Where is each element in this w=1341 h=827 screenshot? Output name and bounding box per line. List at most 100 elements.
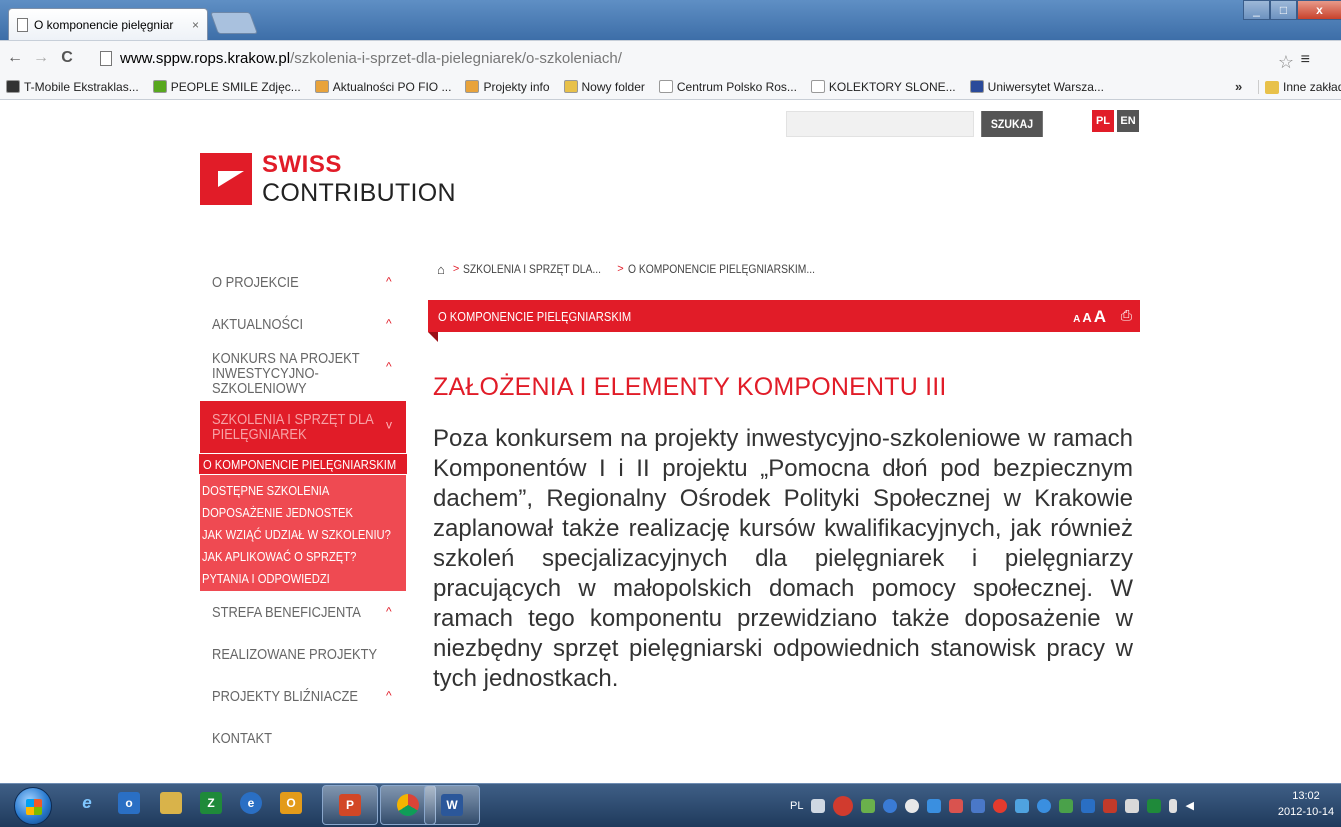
reload-button[interactable]: C (56, 49, 78, 67)
bookmark-item[interactable]: PEOPLE SMILE Zdjęc... (152, 80, 301, 94)
submenu-item-dostepne-szkolenia[interactable]: DOSTĘPNE SZKOLENIA (200, 479, 406, 501)
breadcrumb-separator-icon: > (452, 263, 460, 275)
sidebar-item-label: O PROJEKCIE (212, 273, 299, 291)
submenu-item-label: JAK WZIĄĆ UDZIAŁ W SZKOLENIU? (202, 526, 391, 542)
sidebar-item-realizowane-projekty[interactable]: REALIZOWANE PROJEKTY (200, 633, 406, 675)
breadcrumb-link-szkolenia[interactable]: SZKOLENIA I SPRZĘT DLA... (463, 262, 601, 276)
bookmark-item[interactable]: Projekty info (465, 80, 550, 94)
logo-text-bottom: CONTRIBUTION (262, 179, 456, 207)
submenu-item-o-komponencie[interactable]: O KOMPONENCIE PIELĘGNIARSKIM (198, 453, 408, 475)
maximize-button[interactable]: □ (1270, 0, 1297, 20)
home-icon[interactable]: ⌂ (437, 262, 445, 277)
tray-app-icon[interactable] (949, 799, 964, 813)
tab-close-icon[interactable]: × (192, 18, 199, 32)
submenu-item-doposazenie[interactable]: DOPOSAŻENIE JEDNOSTEK (200, 501, 406, 523)
sidebar-item-kontakt[interactable]: KONTAKT (200, 717, 406, 759)
browser-tab[interactable]: O komponencie pielęgniar × (8, 8, 208, 40)
content-title-bar: O KOMPONENCIE PIELĘGNIARSKIM A A A ⎙ (428, 300, 1140, 332)
submenu-item-jak-aplikowac[interactable]: JAK APLIKOWAĆ O SPRZĘT? (200, 545, 406, 567)
bookmark-item[interactable]: KOLEKTORY SLONE... (810, 80, 956, 94)
tray-app-icon[interactable] (1103, 799, 1118, 813)
bookmark-icon (969, 80, 984, 93)
sidebar-item-konkurs[interactable]: KONKURS NA PROJEKT INWESTYCYJNO-SZKOLENI… (200, 345, 406, 401)
sidebar-submenu: O KOMPONENCIE PIELĘGNIARSKIM DOSTĘPNE SZ… (198, 453, 408, 591)
sidebar-item-o-projekcie[interactable]: O PROJEKCIE ^ (200, 261, 406, 303)
tray-app-icon[interactable] (927, 799, 942, 813)
tray-app-icon[interactable] (1147, 799, 1162, 813)
forward-button[interactable]: → (30, 49, 52, 67)
volume-icon[interactable]: ◀ (1185, 799, 1199, 813)
language-indicator[interactable]: PL (790, 800, 803, 812)
breadcrumb-current: O KOMPONENCIE PIELĘGNIARSKIM... (627, 262, 815, 276)
language-en-button[interactable]: EN (1117, 110, 1139, 132)
word-taskbar-button[interactable]: W (424, 785, 480, 825)
submenu-item-label: DOPOSAŻENIE JEDNOSTEK (202, 504, 353, 520)
tray-app-icon[interactable] (861, 799, 876, 813)
bookmark-item[interactable]: T-Mobile Ekstraklas... (6, 80, 139, 94)
article-body: Poza konkursem na projekty inwestycyjno-… (433, 425, 1133, 692)
communicator-icon[interactable]: e (240, 792, 262, 814)
font-size-large-button[interactable]: A (1094, 307, 1106, 327)
tray-app-icon[interactable] (1037, 799, 1052, 813)
sidebar-item-aktualnosci[interactable]: AKTUALNOŚCI ^ (200, 303, 406, 345)
print-icon[interactable]: ⎙ (1121, 307, 1132, 324)
chevron-down-icon: v (386, 417, 392, 432)
swiss-contribution-logo[interactable]: SWISS CONTRIBUTION (200, 151, 460, 223)
minimize-button[interactable]: _ (1243, 0, 1270, 20)
bookmark-icon (563, 80, 578, 93)
tray-app-icon[interactable] (1059, 799, 1074, 813)
start-button[interactable] (14, 787, 52, 825)
opera-icon[interactable] (993, 799, 1008, 813)
sidebar-item-projekty-blizniacze[interactable]: PROJEKTY BLIŹNIACZE ^ (200, 675, 406, 717)
menu-icon[interactable]: ≡ (1301, 51, 1310, 69)
battery-icon[interactable] (1169, 799, 1178, 813)
tray-app-icon[interactable] (905, 799, 920, 813)
tray-app-icon[interactable] (1015, 799, 1030, 813)
submenu-item-jak-wziac-udzial[interactable]: JAK WZIĄĆ UDZIAŁ W SZKOLENIU? (200, 523, 406, 545)
article-heading: ZAŁOŻENIA I ELEMENTY KOMPONENTU III (433, 373, 947, 401)
font-size-medium-button[interactable]: A (1082, 310, 1091, 325)
sidebar-item-szkolenia[interactable]: SZKOLENIA I SPRZĘT DLA PIELĘGNIAREK v (200, 401, 406, 453)
new-tab-button[interactable] (209, 12, 259, 34)
shield-icon[interactable] (971, 799, 986, 813)
tray-app-icon[interactable] (883, 799, 898, 813)
bookmark-icon (152, 80, 167, 93)
clock[interactable]: 13:02 2012-10-14 (1276, 788, 1336, 820)
outlook-icon[interactable]: o (118, 792, 140, 814)
chevron-up-icon: ^ (386, 688, 392, 703)
alert-icon[interactable] (833, 796, 854, 816)
bookmark-item[interactable]: Nowy folder (563, 80, 645, 94)
network-icon[interactable] (1125, 799, 1140, 813)
keyboard-icon[interactable] (811, 799, 826, 813)
outlook-office-icon[interactable]: O (280, 792, 302, 814)
bookmarks-bar: T-Mobile Ekstraklas... PEOPLE SMILE Zdjęc… (0, 74, 1341, 100)
submenu-item-pytania[interactable]: PYTANIA I ODPOWIEDZI (200, 567, 406, 589)
font-size-small-button[interactable]: A (1073, 314, 1080, 325)
excel-icon[interactable]: Z (200, 792, 222, 814)
file-explorer-icon[interactable] (160, 792, 182, 814)
bookmark-item[interactable]: Aktualności PO FIO ... (314, 80, 451, 94)
other-bookmarks-label: Inne zakładk (1283, 80, 1341, 94)
bookmark-item[interactable]: Centrum Polsko Ros... (658, 80, 797, 94)
bookmark-item[interactable]: Uniwersytet Warsza... (969, 80, 1104, 94)
bookmark-icon (658, 80, 673, 93)
clock-date: 2012-10-14 (1277, 806, 1335, 818)
address-bar[interactable]: www.sppw.rops.krakow.pl/szkolenia-i-sprz… (100, 45, 1310, 73)
powerpoint-taskbar-button[interactable]: P (322, 785, 378, 825)
bookmarks-overflow-button[interactable]: » (1235, 79, 1242, 94)
close-window-button[interactable]: x (1297, 0, 1341, 20)
internet-explorer-icon[interactable]: e (76, 792, 98, 814)
logo-text-top: SWISS (262, 151, 342, 178)
bookmark-label: T-Mobile Ekstraklas... (24, 79, 139, 94)
language-pl-button[interactable]: PL (1092, 110, 1114, 132)
back-button[interactable]: ← (4, 49, 26, 67)
search-button[interactable]: SZUKAJ (981, 111, 1043, 137)
other-bookmarks-folder[interactable]: Inne zakładk (1258, 80, 1341, 94)
chevron-up-icon: ^ (386, 316, 392, 331)
bookmark-star-icon[interactable]: ☆ (1278, 52, 1294, 73)
page-icon (17, 17, 28, 32)
sidebar-item-strefa-beneficjenta[interactable]: STREFA BENEFICJENTA ^ (200, 591, 406, 633)
sidebar-nav: O PROJEKCIE ^ AKTUALNOŚCI ^ KONKURS NA P… (198, 261, 408, 759)
search-input[interactable] (786, 111, 974, 137)
tray-app-icon[interactable] (1081, 799, 1096, 813)
